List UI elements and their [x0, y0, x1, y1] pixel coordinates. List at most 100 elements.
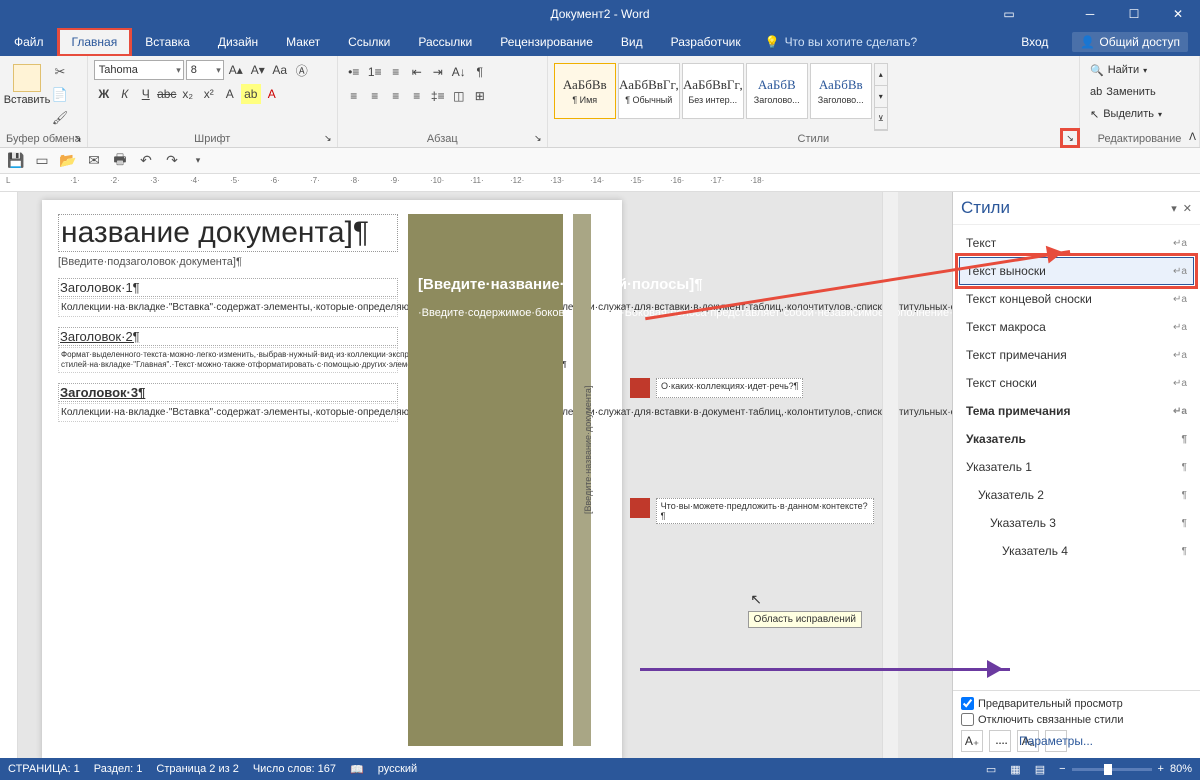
doc-subtitle[interactable]: [Введите·подзаголовок·документа]¶ [58, 256, 398, 268]
shrink-font-icon[interactable]: A▾ [248, 60, 268, 80]
tab-insert[interactable]: Вставка [131, 28, 204, 56]
highlight-icon[interactable]: ab [241, 84, 261, 104]
bullets-icon[interactable]: •≡ [344, 62, 364, 82]
view-read-icon[interactable]: ▭ [986, 763, 996, 776]
minimize-icon[interactable]: ─ [1068, 0, 1112, 28]
zoom-in-icon[interactable]: + [1158, 763, 1164, 775]
replace-button[interactable]: abЗаменить [1086, 82, 1193, 102]
tab-design[interactable]: Дизайн [204, 28, 272, 56]
status-words[interactable]: Число слов: 167 [253, 763, 336, 775]
style-list-item[interactable]: Текст сноски↵a [959, 369, 1194, 397]
status-page[interactable]: СТРАНИЦА: 1 [8, 763, 80, 775]
indent-icon[interactable]: ⇥ [428, 62, 448, 82]
spellcheck-icon[interactable]: 📖 [350, 763, 364, 776]
line-spacing-icon[interactable]: ‡≡ [428, 86, 448, 106]
new-icon[interactable]: ▭ [32, 151, 52, 171]
style-item[interactable]: АаБбВвГг,Без интер... [682, 63, 744, 119]
style-list-item[interactable]: Текст↵a [959, 229, 1194, 257]
login-link[interactable]: Вход [1009, 28, 1060, 56]
style-list-item[interactable]: Указатель 1¶ [959, 453, 1194, 481]
horizontal-ruler[interactable]: L ·1··2··3··4··5··6··7··8··9··10··11··12… [0, 174, 1200, 192]
tab-mailings[interactable]: Рассылки [404, 28, 486, 56]
align-right-icon[interactable]: ≡ [386, 86, 406, 106]
text-effects-icon[interactable]: A [220, 84, 240, 104]
numbering-icon[interactable]: 1≡ [365, 62, 385, 82]
pane-dropdown-icon[interactable]: ▾ [1171, 202, 1177, 215]
bold-button[interactable]: Ж [94, 84, 114, 104]
view-web-icon[interactable]: ▤ [1035, 763, 1045, 776]
paragraph[interactable]: Коллекции·на·вкладке·"Вставка"·содержат·… [58, 403, 398, 422]
new-style-icon[interactable]: A₊ [961, 730, 983, 752]
pane-close-icon[interactable]: ✕ [1183, 202, 1192, 215]
undo-icon[interactable]: ↶ [136, 151, 156, 171]
comment[interactable]: О·каких·коллекциях·идет·речь?¶ [630, 378, 874, 398]
open-icon[interactable]: 📂 [58, 151, 78, 171]
zoom-level[interactable]: 80% [1170, 763, 1192, 775]
tab-layout[interactable]: Макет [272, 28, 334, 56]
style-list-item[interactable]: Текст концевой сноски↵a [959, 285, 1194, 313]
style-list-item[interactable]: Указатель 4¶ [959, 537, 1194, 565]
vertical-ruler[interactable] [0, 192, 18, 758]
style-item[interactable]: АаБбВвГг,¶ Обычный [618, 63, 680, 119]
preview-checkbox[interactable]: Предварительный просмотр [961, 697, 1192, 710]
copy-icon[interactable]: 📄 [50, 85, 70, 105]
vertical-scrollbar[interactable] [882, 192, 898, 758]
tab-review[interactable]: Рецензирование [486, 28, 607, 56]
style-item[interactable]: АаБбВЗаголово... [746, 63, 808, 119]
heading-2[interactable]: Заголовок·2¶ [58, 327, 398, 346]
style-list-item[interactable]: Указатель 3¶ [959, 509, 1194, 537]
style-list-item[interactable]: Тема примечания↵a [959, 397, 1194, 425]
style-item[interactable]: АаБбВв¶ Имя [554, 63, 616, 119]
sort-icon[interactable]: A↓ [449, 62, 469, 82]
para-launcher-icon[interactable]: ↘ [531, 131, 545, 145]
close-icon[interactable]: ✕ [1156, 0, 1200, 28]
justify-icon[interactable]: ≡ [407, 86, 427, 106]
status-language[interactable]: русский [378, 763, 417, 775]
tab-developer[interactable]: Разработчик [657, 28, 755, 56]
align-center-icon[interactable]: ≡ [365, 86, 385, 106]
disable-linked-checkbox[interactable]: Отключить связанные стили [961, 713, 1192, 726]
zoom-out-icon[interactable]: − [1059, 763, 1065, 775]
sidebar-textbox[interactable]: [Введите·название·боковой·полосы]¶ ·Введ… [408, 214, 563, 746]
italic-button[interactable]: К [115, 84, 135, 104]
style-inspector-icon[interactable]: ᠁ [989, 730, 1011, 752]
styles-list[interactable]: Текст↵aТекст выноски↵aТекст концевой сно… [953, 225, 1200, 690]
font-color-icon[interactable]: A [262, 84, 282, 104]
status-pageof[interactable]: Страница 2 из 2 [156, 763, 238, 775]
style-list-item[interactable]: Указатель 2¶ [959, 481, 1194, 509]
borders-icon[interactable]: ⊞ [470, 86, 490, 106]
view-print-icon[interactable]: ▦ [1010, 763, 1020, 776]
comment[interactable]: Что·вы·можете·предложить·в·данном·контек… [630, 498, 874, 524]
change-case-icon[interactable]: Aa [270, 60, 290, 80]
shading-icon[interactable]: ◫ [449, 86, 469, 106]
show-marks-icon[interactable]: ¶ [470, 62, 490, 82]
ribbon-options-icon[interactable]: ▭ [994, 0, 1024, 28]
status-section[interactable]: Раздел: 1 [94, 763, 143, 775]
font-size-combo[interactable]: 8 [186, 60, 224, 80]
clipboard-launcher-icon[interactable]: ↘ [71, 131, 85, 145]
maximize-icon[interactable]: ☐ [1112, 0, 1156, 28]
clear-format-icon[interactable]: Ⓐ [292, 60, 312, 80]
multilevel-icon[interactable]: ≡ [386, 62, 406, 82]
style-item[interactable]: АаБбВвЗаголово... [810, 63, 872, 119]
underline-button[interactable]: Ч [136, 84, 156, 104]
style-list-item[interactable]: Текст макроса↵a [959, 313, 1194, 341]
gallery-more-icon[interactable]: ⊻ [875, 108, 887, 130]
tell-me[interactable]: 💡Что вы хотите сделать? [755, 28, 928, 56]
find-button[interactable]: 🔍Найти▾ [1086, 60, 1193, 80]
gallery-down-icon[interactable]: ▾ [875, 86, 887, 108]
cut-icon[interactable]: ✂ [50, 62, 70, 82]
tab-home[interactable]: Главная [58, 28, 132, 56]
tab-file[interactable]: Файл [0, 28, 58, 56]
qat-more-icon[interactable]: ▾ [188, 151, 208, 171]
tab-view[interactable]: Вид [607, 28, 657, 56]
font-name-combo[interactable]: Tahoma [94, 60, 184, 80]
print-preview-icon[interactable]: 🖶 [110, 151, 130, 171]
style-list-item[interactable]: Указатель¶ [959, 425, 1194, 453]
paragraph[interactable]: Коллекции·на·вкладке·"Вставка"·содержат·… [58, 298, 398, 317]
align-left-icon[interactable]: ≡ [344, 86, 364, 106]
style-list-item[interactable]: Текст выноски↵a [959, 257, 1194, 285]
gallery-up-icon[interactable]: ▴ [875, 64, 887, 86]
zoom-slider[interactable] [1072, 768, 1152, 771]
save-icon[interactable]: 💾 [6, 151, 26, 171]
